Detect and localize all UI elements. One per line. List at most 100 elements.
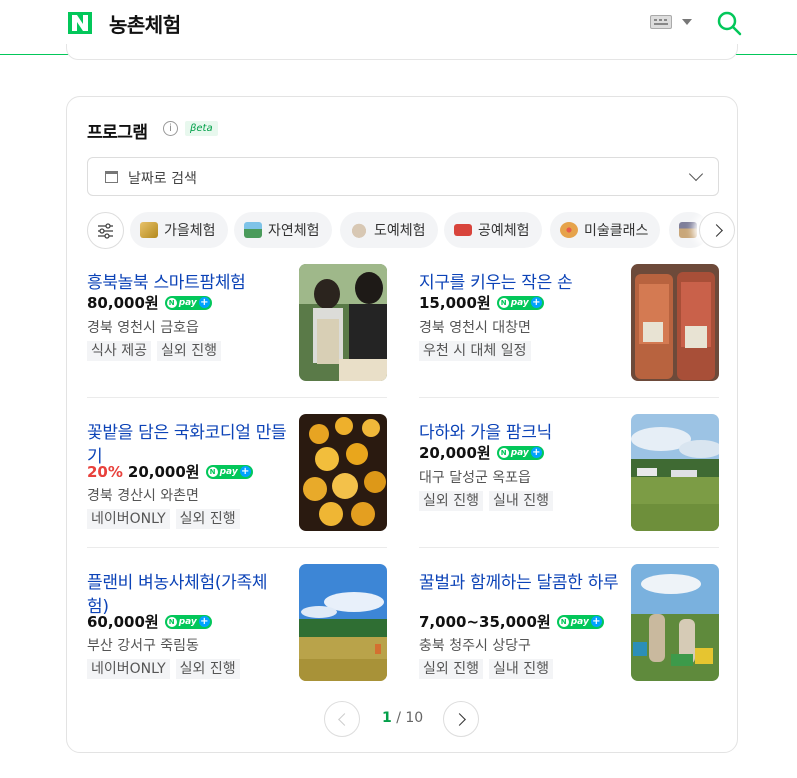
pagination: 1 / 10 (67, 701, 737, 737)
beekeeping-photo[interactable] (631, 564, 719, 681)
item-tags: 네이버ONLY 실외 진행 (87, 509, 240, 529)
chip-label: 자연체험 (268, 223, 320, 239)
price-line: 20% 20,000원 Npay + (87, 461, 253, 482)
chip-scroll-next-button[interactable] (699, 212, 735, 248)
field-photo[interactable] (631, 414, 719, 531)
item-price: 80,000원 (87, 294, 159, 312)
item-tag: 식사 제공 (87, 341, 151, 361)
program-item[interactable]: 흥북놀북 스마트팜체험 80,000원 Npay + 경북 영천시 금호읍 식사 … (87, 264, 387, 391)
site-title[interactable]: 농촌체험 (109, 9, 181, 38)
cordial-bottles-photo[interactable] (299, 414, 387, 531)
npay-plus-badge: Npay + (164, 295, 212, 310)
item-tag: 실외 진행 (175, 659, 240, 679)
info-icon[interactable]: i (163, 121, 178, 136)
program-card: 프로그램 i βeta 날짜로 검색 가을체험 자연체험 도예체험 공예체험 미… (66, 96, 738, 753)
item-tags: 실외 진행 실내 진행 (419, 659, 553, 679)
landscape-icon (244, 222, 262, 238)
npay-plus-badge: Npay + (496, 295, 544, 310)
npay-plus-badge: Npay + (164, 614, 212, 629)
chevron-down-icon (688, 166, 704, 182)
calendar-icon (105, 171, 118, 183)
sliders-icon (98, 223, 113, 239)
caret-down-icon[interactable] (682, 19, 692, 25)
item-title[interactable]: 꿀벌과 함께하는 달콤한 하루 (419, 571, 619, 595)
item-tags: 네이버ONLY 실외 진행 (87, 659, 240, 679)
previous-card-edge (66, 44, 738, 60)
kids-farm-photo[interactable] (299, 264, 387, 381)
item-discount: 20% (87, 462, 123, 481)
toolbox-icon (454, 224, 472, 236)
chip-label: 공예체험 (478, 223, 530, 239)
item-tag: 실내 진행 (488, 491, 553, 511)
chip-label: 미술클래스 (584, 223, 649, 239)
item-tags: 실외 진행 실내 진행 (419, 491, 553, 511)
naver-logo-icon[interactable] (68, 12, 92, 34)
program-item[interactable]: 플랜비 벼농사체험(가족체험) 60,000원 Npay + 부산 강서구 죽림동… (87, 564, 387, 691)
divider (87, 397, 387, 398)
divider (419, 547, 719, 548)
divider (87, 547, 387, 548)
npay-plus-badge: Npay + (205, 464, 253, 479)
chip-label: 도예체험 (374, 223, 426, 239)
page-separator: / (391, 710, 406, 726)
date-search-label: 날짜로 검색 (128, 171, 197, 187)
item-location: 부산 강서구 죽림동 (87, 638, 199, 654)
item-location: 대구 달성군 옥포읍 (419, 470, 531, 486)
section-title: 프로그램 (87, 123, 148, 143)
pottery-icon (350, 222, 368, 238)
search-icon[interactable] (716, 10, 742, 36)
rice-field-photo[interactable] (299, 564, 387, 681)
program-item[interactable]: 다하와 가을 팜크닉 20,000원 Npay + 대구 달성군 옥포읍 실외 진… (419, 414, 719, 541)
beta-badge: βeta (185, 121, 218, 136)
program-item[interactable]: 꿀벌과 함께하는 달콤한 하루 7,000~35,000원 Npay + 충북 청… (419, 564, 719, 691)
item-tag: 실외 진행 (175, 509, 240, 529)
item-price: 7,000~35,000원 (419, 613, 551, 631)
npay-plus-badge: Npay + (496, 445, 544, 460)
price-line: 20,000원 Npay + (419, 442, 544, 463)
price-line: 60,000원 Npay + (87, 611, 212, 632)
chip-nature[interactable]: 자연체험 (234, 212, 332, 248)
filter-button[interactable] (87, 212, 124, 249)
prev-page-button[interactable] (324, 701, 360, 737)
palette-icon (560, 222, 578, 238)
item-location: 충북 청주시 상당구 (419, 638, 531, 654)
item-tags: 식사 제공 실외 진행 (87, 341, 221, 361)
house-icon (679, 222, 697, 238)
total-pages: 10 (405, 710, 424, 726)
item-location: 경북 영천시 금호읍 (87, 320, 199, 336)
item-price: 60,000원 (87, 613, 159, 631)
item-location: 경북 경산시 와촌면 (87, 488, 199, 504)
item-tag: 네이버ONLY (87, 509, 170, 529)
item-tag: 실내 진행 (488, 659, 553, 679)
chip-art[interactable]: 미술클래스 (550, 212, 661, 248)
item-tag: 실외 진행 (419, 659, 483, 679)
item-price: 20,000원 (127, 463, 200, 481)
program-item[interactable]: 지구를 키우는 작은 손 15,000원 Npay + 경북 영천시 대창면 우천… (419, 264, 719, 391)
item-tag: 실외 진행 (419, 491, 483, 511)
program-item[interactable]: 꽃밭을 담은 국화코디얼 만들기 20% 20,000원 Npay + 경북 경산… (87, 414, 387, 541)
chip-label: 가을체험 (164, 223, 216, 239)
item-tags: 우천 시 대체 일정 (419, 341, 531, 361)
chip-autumn[interactable]: 가을체험 (130, 212, 228, 248)
category-chips: 가을체험 자연체험 도예체험 공예체험 미술클래스 (87, 212, 735, 249)
price-line: 15,000원 Npay + (419, 292, 544, 313)
item-tag: 네이버ONLY (87, 659, 170, 679)
price-line: 7,000~35,000원 Npay + (419, 611, 604, 632)
item-price: 15,000원 (419, 294, 491, 312)
item-location: 경북 영천시 대창면 (419, 320, 531, 336)
wheat-icon (140, 222, 158, 238)
divider (419, 397, 719, 398)
item-price: 20,000원 (419, 444, 491, 462)
chip-craft[interactable]: 공예체험 (444, 212, 542, 248)
next-page-button[interactable] (443, 701, 479, 737)
price-line: 80,000원 Npay + (87, 292, 212, 313)
jars-photo[interactable] (631, 264, 719, 381)
npay-plus-badge: Npay + (556, 614, 604, 629)
item-tag: 우천 시 대체 일정 (419, 341, 531, 361)
date-search-dropdown[interactable]: 날짜로 검색 (87, 157, 719, 196)
current-page: 1 (382, 710, 392, 726)
item-tag: 실외 진행 (156, 341, 221, 361)
chip-pottery[interactable]: 도예체험 (340, 212, 438, 248)
page-indicator: 1 / 10 (382, 710, 423, 726)
keyboard-icon[interactable] (650, 15, 672, 29)
